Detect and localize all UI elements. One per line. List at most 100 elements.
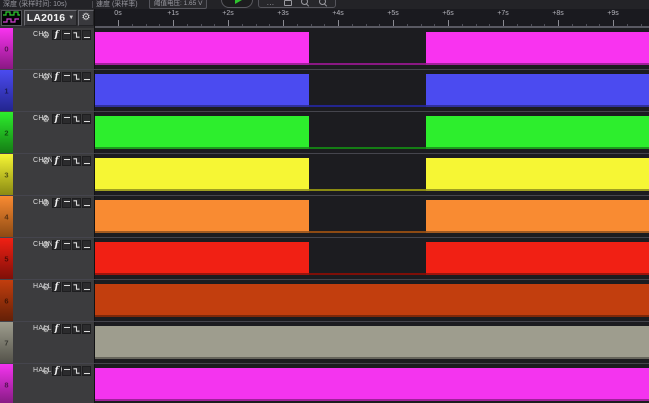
zoom-out-icon[interactable] bbox=[319, 0, 328, 6]
channel-icon-group: ⚙ f bbox=[42, 282, 91, 292]
waveform-high-segment bbox=[95, 32, 309, 65]
save-file-icon[interactable] bbox=[284, 0, 292, 6]
chevron-down-icon: ▼ bbox=[68, 15, 74, 21]
ruler-tick-minor bbox=[434, 24, 435, 26]
low-level-icon[interactable] bbox=[82, 198, 91, 208]
falling-edge-icon[interactable] bbox=[72, 324, 81, 334]
waveform-high-segment bbox=[426, 242, 649, 275]
high-level-icon[interactable] bbox=[62, 366, 71, 376]
channel-icon-group: ⚙ f bbox=[42, 366, 91, 376]
high-level-icon[interactable] bbox=[62, 324, 71, 334]
high-level-icon[interactable] bbox=[62, 72, 71, 82]
channel-color-stripe[interactable]: 6 bbox=[0, 280, 13, 321]
device-and-ruler-row: LA2016 ▼ ⚙ 0s+1s+2s+3s+4s+5s+6s+7s+8s+9s bbox=[0, 9, 649, 28]
falling-edge-icon[interactable] bbox=[72, 198, 81, 208]
channel-settings-gear-icon[interactable]: ⚙ bbox=[42, 156, 50, 166]
channel-settings-gear-icon[interactable]: ⚙ bbox=[42, 114, 50, 124]
channel-settings-gear-icon[interactable]: ⚙ bbox=[42, 198, 50, 208]
ruler-tick-label: +6s bbox=[442, 10, 453, 17]
channel-panel-body: CH2N ⚙ f bbox=[13, 154, 94, 195]
low-level-icon[interactable] bbox=[82, 366, 91, 376]
waveform-lane[interactable] bbox=[95, 112, 649, 153]
zoom-in-icon[interactable] bbox=[301, 0, 310, 6]
ruler-tick-minor bbox=[366, 24, 367, 26]
waveform-low-segment bbox=[309, 273, 426, 275]
waveform-lane[interactable] bbox=[95, 238, 649, 279]
channel-color-stripe[interactable]: 0 bbox=[0, 28, 13, 69]
high-level-icon[interactable] bbox=[62, 198, 71, 208]
low-level-icon[interactable] bbox=[82, 72, 91, 82]
measure-f-icon[interactable]: f bbox=[52, 114, 61, 124]
waveform-high-segment bbox=[95, 242, 309, 275]
high-level-icon[interactable] bbox=[62, 30, 71, 40]
channel-color-stripe[interactable]: 1 bbox=[0, 70, 13, 111]
device-select-dropdown[interactable]: LA2016 ▼ bbox=[24, 10, 77, 26]
waveform-lane[interactable] bbox=[95, 196, 649, 237]
channel-settings-gear-icon[interactable]: ⚙ bbox=[42, 324, 50, 334]
falling-edge-icon[interactable] bbox=[72, 72, 81, 82]
channel-color-stripe[interactable]: 8 bbox=[0, 364, 13, 403]
waveform-high-segment bbox=[426, 74, 649, 107]
start-capture-button[interactable] bbox=[221, 0, 253, 8]
channel-settings-gear-icon[interactable]: ⚙ bbox=[42, 366, 50, 376]
time-ruler[interactable]: 0s+1s+2s+3s+4s+5s+6s+7s+8s+9s bbox=[95, 9, 649, 28]
low-level-icon[interactable] bbox=[82, 282, 91, 292]
ruler-tick-major bbox=[173, 20, 174, 26]
ruler-tick-label: +4s bbox=[332, 10, 343, 17]
toolbar-icon-group: … bbox=[258, 0, 336, 8]
channel-settings-gear-icon[interactable]: ⚙ bbox=[42, 240, 50, 250]
channel-icon-group: ⚙ f bbox=[42, 114, 91, 124]
high-level-icon[interactable] bbox=[62, 114, 71, 124]
waveform-lane[interactable] bbox=[95, 70, 649, 111]
waveform-lane[interactable] bbox=[95, 322, 649, 363]
channel-settings-gear-icon[interactable]: ⚙ bbox=[42, 30, 50, 40]
channel-settings-gear-icon[interactable]: ⚙ bbox=[42, 72, 50, 82]
measure-f-icon[interactable]: f bbox=[52, 156, 61, 166]
low-level-icon[interactable] bbox=[82, 324, 91, 334]
channel-number: 5 bbox=[0, 254, 13, 263]
measure-f-icon[interactable]: f bbox=[52, 282, 61, 292]
top-toolbar: 深度 (采样时间: 10s) 速度 (采样率) 阈值电压: 1.65 V … bbox=[0, 0, 649, 9]
low-level-icon[interactable] bbox=[82, 156, 91, 166]
channel-panel: 6 HALL_U ⚙ f bbox=[0, 280, 95, 321]
more-dots-icon[interactable]: … bbox=[266, 0, 275, 6]
channel-panel-body: CH2 ⚙ f bbox=[13, 112, 94, 153]
measure-f-icon[interactable]: f bbox=[52, 30, 61, 40]
falling-edge-icon[interactable] bbox=[72, 366, 81, 376]
low-level-icon[interactable] bbox=[82, 240, 91, 250]
ruler-tick-minor bbox=[627, 24, 628, 26]
device-settings-button[interactable]: ⚙ bbox=[78, 10, 94, 26]
ruler-tick-minor bbox=[517, 24, 518, 26]
high-level-icon[interactable] bbox=[62, 156, 71, 166]
waveform-lane[interactable] bbox=[95, 28, 649, 69]
measure-f-icon[interactable]: f bbox=[52, 198, 61, 208]
measure-f-icon[interactable]: f bbox=[52, 324, 61, 334]
channel-color-stripe[interactable]: 5 bbox=[0, 238, 13, 279]
waveform-lane[interactable] bbox=[95, 154, 649, 195]
measure-f-icon[interactable]: f bbox=[52, 72, 61, 82]
waveform-lane[interactable] bbox=[95, 280, 649, 321]
waveform-high-segment bbox=[95, 368, 649, 401]
channel-color-stripe[interactable]: 7 bbox=[0, 322, 13, 363]
high-level-icon[interactable] bbox=[62, 240, 71, 250]
falling-edge-icon[interactable] bbox=[72, 240, 81, 250]
ruler-tick-minor bbox=[297, 24, 298, 26]
measure-f-icon[interactable]: f bbox=[52, 366, 61, 376]
falling-edge-icon[interactable] bbox=[72, 114, 81, 124]
channel-settings-gear-icon[interactable]: ⚙ bbox=[42, 282, 50, 292]
channel-color-stripe[interactable]: 3 bbox=[0, 154, 13, 195]
ruler-tick-minor bbox=[242, 24, 243, 26]
channel-color-stripe[interactable]: 4 bbox=[0, 196, 13, 237]
channel-color-stripe[interactable]: 2 bbox=[0, 112, 13, 153]
ruler-tick-minor bbox=[324, 24, 325, 26]
low-level-icon[interactable] bbox=[82, 30, 91, 40]
measure-f-icon[interactable]: f bbox=[52, 240, 61, 250]
waveform-lane[interactable] bbox=[95, 364, 649, 403]
falling-edge-icon[interactable] bbox=[72, 282, 81, 292]
high-level-icon[interactable] bbox=[62, 282, 71, 292]
low-level-icon[interactable] bbox=[82, 114, 91, 124]
falling-edge-icon[interactable] bbox=[72, 30, 81, 40]
ruler-tick-minor bbox=[531, 24, 532, 26]
falling-edge-icon[interactable] bbox=[72, 156, 81, 166]
channel-panel-body: HALL_W ⚙ f bbox=[13, 364, 94, 403]
